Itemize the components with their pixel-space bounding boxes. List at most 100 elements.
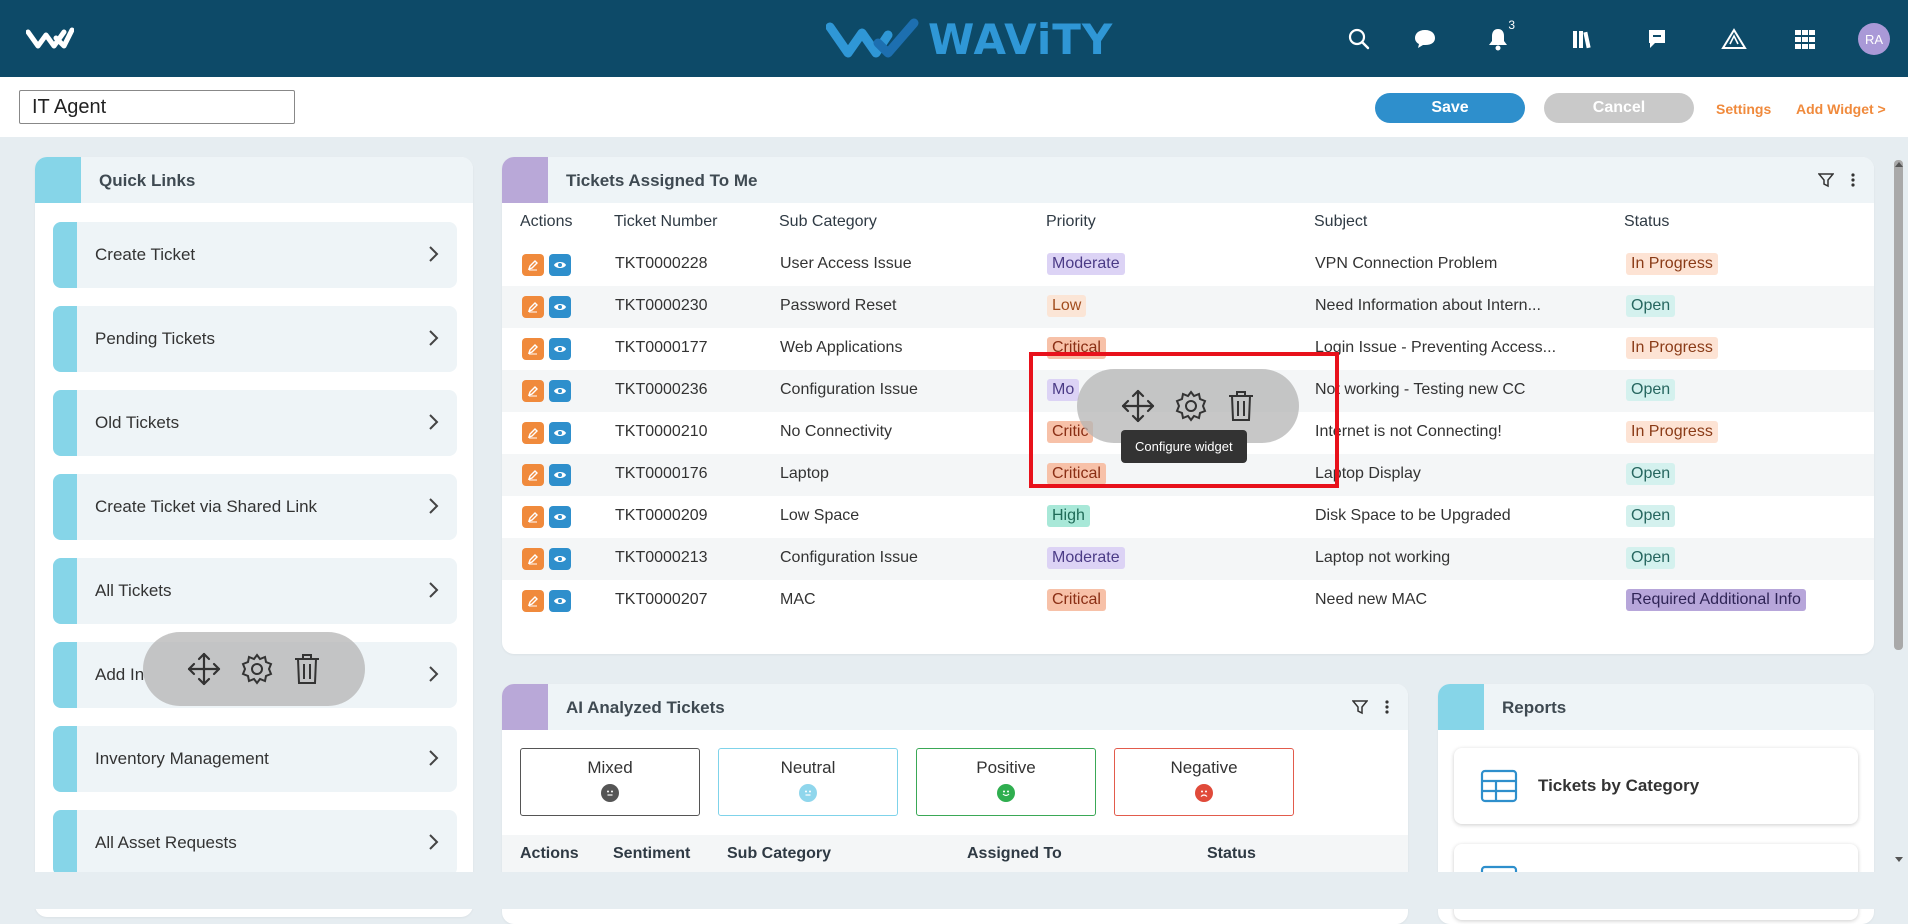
priority-badge: Critical <box>1047 589 1106 611</box>
column-header[interactable]: Ticket Number <box>614 213 717 231</box>
chevron-right-icon <box>423 832 443 852</box>
quick-link-item[interactable]: Create Ticket via Shared Link <box>53 474 457 540</box>
filter-icon[interactable] <box>1352 699 1368 715</box>
scroll-down-icon[interactable] <box>1894 856 1904 864</box>
edit-icon[interactable] <box>522 254 544 276</box>
column-header[interactable]: Actions <box>520 845 579 863</box>
column-header[interactable]: Sub Category <box>727 845 831 863</box>
home-logo-icon[interactable] <box>26 26 74 52</box>
top-navbar: WAViTY 3 RA <box>0 0 1908 77</box>
ticket-number[interactable]: TKT0000177 <box>615 339 708 357</box>
avatar[interactable]: RA <box>1858 23 1890 55</box>
page-scrollbar[interactable] <box>1894 160 1903 650</box>
dashboard-name-input[interactable] <box>19 90 295 124</box>
feedback-icon[interactable] <box>1640 22 1674 56</box>
quick-link-item[interactable]: All Asset Requests <box>53 810 457 876</box>
subject: VPN Connection Problem <box>1315 255 1498 272</box>
column-header[interactable]: Status <box>1624 213 1669 231</box>
ticket-number[interactable]: TKT0000236 <box>615 381 708 399</box>
table-row: TKT0000230 Password Reset Low Need Informat… <box>502 286 1874 328</box>
trash-icon[interactable] <box>292 652 322 686</box>
neutral-face-icon <box>799 784 817 802</box>
sentiment-label: Mixed <box>587 758 633 777</box>
priority-cell: Low <box>1047 295 1087 317</box>
add-widget-link[interactable]: Add Widget > <box>1796 101 1886 117</box>
eye-icon[interactable] <box>549 422 571 444</box>
ticket-number[interactable]: TKT0000213 <box>615 549 708 567</box>
column-header[interactable]: Sentiment <box>613 845 690 863</box>
eye-icon[interactable] <box>549 548 571 570</box>
settings-link[interactable]: Settings <box>1716 101 1771 117</box>
ticket-number[interactable]: TKT0000210 <box>615 423 708 441</box>
panel-title: AI Analyzed Tickets <box>566 698 725 717</box>
panel-header: AI Analyzed Tickets <box>502 684 1408 730</box>
edit-icon[interactable] <box>522 296 544 318</box>
positive-face-icon <box>997 784 1015 802</box>
library-icon[interactable] <box>1566 22 1600 56</box>
edit-icon[interactable] <box>522 380 544 402</box>
scroll-up-icon[interactable] <box>1894 160 1904 168</box>
gear-icon[interactable] <box>240 652 274 686</box>
quick-link-item[interactable]: Create Ticket <box>53 222 457 288</box>
sentiment-filter-negative[interactable]: Negative <box>1114 748 1294 816</box>
edit-icon[interactable] <box>522 506 544 528</box>
ticket-number[interactable]: TKT0000228 <box>615 255 708 273</box>
column-header[interactable]: Priority <box>1046 213 1096 231</box>
ticket-number[interactable]: TKT0000209 <box>615 507 708 525</box>
sub-category: Password Reset <box>780 297 897 314</box>
eye-icon[interactable] <box>549 464 571 486</box>
chevron-right-icon <box>423 580 443 600</box>
eye-icon[interactable] <box>549 296 571 318</box>
column-header[interactable]: Sub Category <box>779 213 877 231</box>
more-vertical-icon[interactable] <box>1384 699 1390 715</box>
move-icon[interactable] <box>186 651 222 687</box>
subject: Not working - Testing new CC <box>1315 381 1526 398</box>
quick-link-item[interactable]: Old Tickets <box>53 390 457 456</box>
priority-badge: Low <box>1047 295 1087 317</box>
bell-icon[interactable]: 3 <box>1481 18 1515 56</box>
search-icon[interactable] <box>1342 22 1376 56</box>
column-header[interactable]: Actions <box>520 213 572 231</box>
sub-category: Laptop <box>780 465 829 482</box>
report-card[interactable]: Tickets by Category <box>1454 748 1858 824</box>
quick-link-item[interactable]: Inventory Management <box>53 726 457 792</box>
ticket-number[interactable]: TKT0000230 <box>615 297 708 315</box>
eye-icon[interactable] <box>549 254 571 276</box>
grid-icon[interactable] <box>1788 22 1822 56</box>
save-button[interactable]: Save <box>1375 93 1525 123</box>
edit-icon[interactable] <box>522 422 544 444</box>
column-header[interactable]: Status <box>1207 845 1256 863</box>
cancel-button[interactable]: Cancel <box>1544 93 1694 123</box>
edit-icon[interactable] <box>522 548 544 570</box>
column-header[interactable]: Subject <box>1314 213 1367 231</box>
chat-icon[interactable] <box>1408 22 1442 56</box>
column-header[interactable]: Assigned To <box>967 845 1062 863</box>
edit-icon[interactable] <box>522 464 544 486</box>
sentiment-filter-positive[interactable]: Positive <box>916 748 1096 816</box>
ticket-number[interactable]: TKT0000176 <box>615 465 708 483</box>
status-badge: Open <box>1626 463 1676 485</box>
chevron-right-icon <box>423 664 443 684</box>
quick-link-item[interactable]: Pending Tickets <box>53 306 457 372</box>
quick-link-item[interactable]: All Tickets <box>53 558 457 624</box>
quick-link-label: Pending Tickets <box>95 329 216 348</box>
ticket-number[interactable]: TKT0000207 <box>615 591 708 609</box>
eye-icon[interactable] <box>549 338 571 360</box>
panel-accent <box>502 684 548 730</box>
priority-badge: High <box>1047 505 1090 527</box>
filter-icon[interactable] <box>1818 172 1834 188</box>
edit-icon[interactable] <box>522 590 544 612</box>
alert-triangle-icon[interactable] <box>1717 22 1751 56</box>
sentiment-filter-neutral[interactable]: Neutral <box>718 748 898 816</box>
edit-icon[interactable] <box>522 338 544 360</box>
page-footer-strip <box>0 872 1908 909</box>
status-cell: In Progress <box>1626 253 1718 275</box>
eye-icon[interactable] <box>549 506 571 528</box>
sentiment-filter-mixed[interactable]: Mixed <box>520 748 700 816</box>
more-vertical-icon[interactable] <box>1850 172 1856 188</box>
eye-icon[interactable] <box>549 380 571 402</box>
panel-title: Tickets Assigned To Me <box>566 171 758 190</box>
eye-icon[interactable] <box>549 590 571 612</box>
status-cell: Required Additional Info <box>1626 589 1806 611</box>
panel-header: Quick Links <box>35 157 473 203</box>
